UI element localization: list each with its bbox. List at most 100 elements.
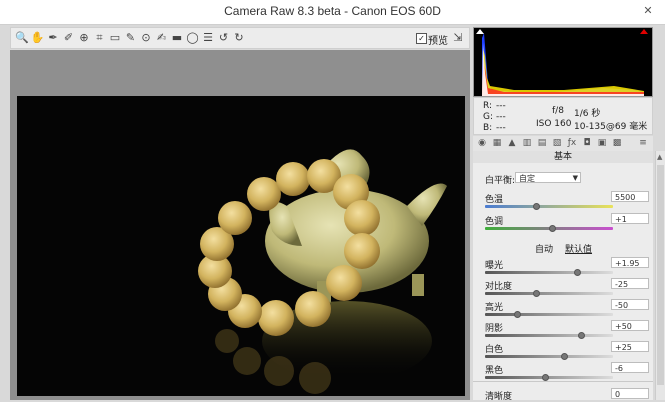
temperature-value: 5500: [615, 193, 636, 202]
tab-basic-icon[interactable]: ◉: [476, 138, 488, 149]
title-bar: Camera Raw 8.3 beta - Canon EOS 60D ✕: [0, 0, 665, 25]
rotate-right-icon[interactable]: ↻: [232, 31, 246, 45]
straighten-tool-icon[interactable]: ▭: [108, 31, 122, 45]
auto-link[interactable]: 自动: [535, 242, 553, 255]
basic-panel: 白平衡: 自定 ▼ 自动 默认值 色温 5500 色调 +1 曝光 +1.95 对比度 -25…: [473, 163, 653, 402]
tab-detail-icon[interactable]: ▲: [506, 138, 518, 149]
iso-value: ISO 160: [536, 119, 572, 129]
shadows-field[interactable]: +50: [611, 320, 649, 331]
tint-label: 色调: [485, 217, 504, 227]
histogram: [473, 27, 653, 97]
blacks-value: -6: [615, 364, 623, 373]
contrast-label: 对比度: [485, 282, 513, 292]
highlights-label: 高光: [485, 303, 504, 313]
contrast-slider-thumb[interactable]: [533, 290, 541, 297]
preview-image[interactable]: [17, 96, 465, 396]
chevron-down-icon: ▼: [572, 174, 578, 182]
info-panel: R: --- G: --- B: --- f/8 1/6 秒 ISO 160 1…: [473, 97, 653, 135]
white-balance-label: 白平衡:: [485, 176, 516, 186]
b-value: ---: [496, 123, 506, 133]
exposure-value: +1.95: [615, 259, 640, 268]
g-label: G:: [483, 112, 494, 122]
r-label: R:: [483, 101, 493, 111]
highlights-value: -50: [615, 301, 629, 310]
panel-tabs: ◉ ▦ ▲ ▥ ▤ ▧ ƒx ◘ ▣ ▩ ≡: [473, 136, 653, 152]
shutter-value: 1/6 秒: [574, 109, 601, 119]
tab-camera-calibration-icon[interactable]: ◘: [581, 138, 593, 149]
temperature-slider-track[interactable]: [485, 205, 613, 208]
color-sampler-tool-icon[interactable]: ✐: [62, 31, 76, 45]
scroll-up-icon[interactable]: ▲: [657, 153, 662, 161]
scroll-thumb[interactable]: [657, 165, 664, 385]
b-label: B:: [483, 123, 493, 133]
clarity-field[interactable]: 0: [611, 388, 649, 399]
shadow-clipping-warning-icon[interactable]: [476, 29, 484, 35]
white-balance-tool-icon[interactable]: ✒: [46, 31, 60, 45]
contrast-field[interactable]: -25: [611, 278, 649, 289]
g-value: ---: [496, 112, 506, 122]
panel-menu-icon[interactable]: ≡: [637, 138, 649, 149]
exposure-field[interactable]: +1.95: [611, 257, 649, 268]
exposure-slider-thumb[interactable]: [574, 269, 582, 276]
zoom-tool-icon[interactable]: 🔍: [15, 31, 29, 45]
clarity-value: 0: [615, 390, 621, 399]
highlights-slider-track[interactable]: [485, 313, 613, 316]
temperature-slider-thumb[interactable]: [533, 203, 541, 210]
whites-slider-track[interactable]: [485, 355, 613, 358]
tint-slider-thumb[interactable]: [548, 225, 556, 232]
adjustment-brush-icon[interactable]: ✍: [155, 31, 169, 45]
whites-field[interactable]: +25: [611, 341, 649, 352]
blacks-slider-thumb[interactable]: [542, 374, 550, 381]
temperature-field[interactable]: 5500: [611, 191, 649, 202]
tab-split-toning-icon[interactable]: ▤: [536, 138, 548, 149]
clarity-label: 清晰度: [485, 392, 513, 402]
temperature-label: 色温: [485, 195, 504, 205]
tint-field[interactable]: +1: [611, 213, 649, 224]
highlights-field[interactable]: -50: [611, 299, 649, 310]
aperture-value: f/8: [552, 106, 564, 116]
panel-scrollbar[interactable]: ▲: [655, 151, 665, 400]
photo-jade-bracelet-teapot: [198, 149, 447, 394]
red-eye-tool-icon[interactable]: ⊙: [139, 31, 153, 45]
whites-label: 白色: [485, 345, 504, 355]
divider: [473, 381, 653, 382]
exposure-slider-track[interactable]: [485, 271, 613, 274]
white-balance-value: 自定: [519, 174, 535, 183]
whites-slider-thumb[interactable]: [561, 353, 569, 360]
preview-checkbox[interactable]: ✓: [416, 33, 427, 44]
blacks-label: 黑色: [485, 366, 504, 376]
tab-hsl-icon[interactable]: ▥: [521, 138, 533, 149]
contrast-slider-track[interactable]: [485, 292, 613, 295]
shadows-slider-thumb[interactable]: [578, 332, 585, 339]
hand-tool-icon[interactable]: ✋: [31, 31, 45, 45]
tab-tone-curve-icon[interactable]: ▦: [491, 138, 503, 149]
r-value: ---: [496, 101, 506, 111]
targeted-adjustment-tool-icon[interactable]: ⊕: [77, 31, 91, 45]
default-link[interactable]: 默认值: [565, 242, 592, 255]
histogram-plot: [474, 28, 652, 96]
highlights-slider-thumb[interactable]: [514, 311, 521, 318]
rotate-left-icon[interactable]: ↺: [217, 31, 231, 45]
toolbar: 🔍 ✋ ✒ ✐ ⊕ ⌗ ▭ ✎ ⊙ ✍ ▬ ◯ ☰ ↺ ↻ ✓ 预览 ⇲: [10, 27, 470, 49]
radial-filter-icon[interactable]: ◯: [186, 31, 200, 45]
exposure-label: 曝光: [485, 261, 504, 271]
fullscreen-icon[interactable]: ⇲: [451, 31, 465, 45]
blacks-field[interactable]: -6: [611, 362, 649, 373]
tab-presets-icon[interactable]: ▣: [596, 138, 608, 149]
shadows-label: 阴影: [485, 324, 504, 334]
close-icon[interactable]: ✕: [638, 2, 658, 20]
tab-snapshots-icon[interactable]: ▩: [611, 138, 623, 149]
crop-tool-icon[interactable]: ⌗: [93, 31, 107, 45]
shadows-slider-track[interactable]: [485, 334, 613, 337]
window-title: Camera Raw 8.3 beta - Canon EOS 60D: [224, 4, 441, 18]
preferences-icon[interactable]: ☰: [201, 31, 215, 45]
whites-value: +25: [615, 343, 632, 352]
tint-value: +1: [615, 215, 627, 224]
contrast-value: -25: [615, 280, 629, 289]
graduated-filter-icon[interactable]: ▬: [170, 31, 184, 45]
highlight-clipping-warning-icon[interactable]: [640, 29, 648, 35]
tab-effects-icon[interactable]: ƒx: [566, 138, 578, 149]
tab-lens-icon[interactable]: ▧: [551, 138, 563, 149]
spot-removal-tool-icon[interactable]: ✎: [124, 31, 138, 45]
white-balance-select[interactable]: 自定 ▼: [515, 172, 581, 183]
